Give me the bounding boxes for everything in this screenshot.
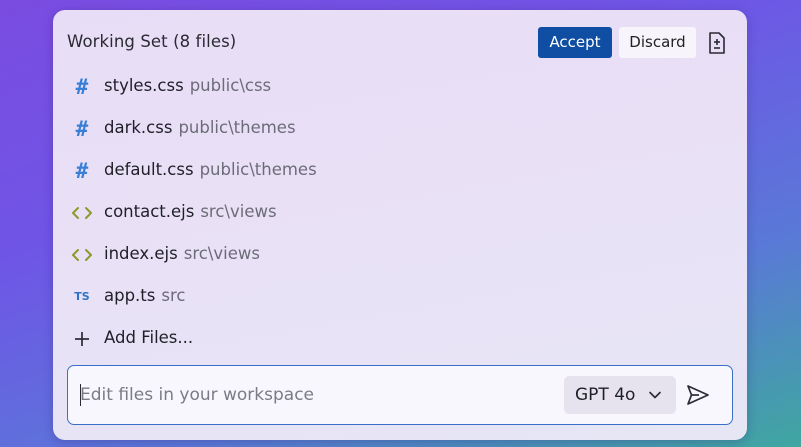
add-files-button[interactable]: Add Files... [53, 318, 747, 360]
working-set-title: Working Set (8 files) [67, 32, 237, 51]
plus-icon [69, 326, 95, 352]
list-item[interactable]: # dark.css public\themes [53, 108, 747, 150]
file-name: contact.ejs [104, 202, 195, 221]
model-picker[interactable]: GPT 4o [564, 376, 676, 414]
edit-files-input[interactable] [80, 380, 550, 410]
chat-input-box: GPT 4o [67, 365, 733, 425]
file-dir: public\themes [178, 118, 296, 137]
file-diff-icon[interactable] [706, 31, 728, 55]
hash-icon: # [75, 117, 89, 141]
typescript-icon: TS [74, 290, 90, 303]
working-set-panel: Working Set (8 files) Accept Discard # s… [53, 10, 747, 440]
list-item[interactable]: index.ejs src\views [53, 234, 747, 276]
chevron-down-icon [648, 387, 662, 401]
file-dir: src\views [200, 202, 277, 221]
hash-icon: # [75, 75, 89, 99]
file-name: app.ts [104, 286, 156, 305]
add-files-label: Add Files... [104, 328, 194, 347]
code-brackets-icon [69, 242, 95, 268]
file-dir: src [161, 286, 186, 305]
code-brackets-icon [69, 200, 95, 226]
file-name: default.css [104, 160, 194, 179]
model-picker-label: GPT 4o [575, 385, 636, 405]
list-item[interactable]: TS app.ts src [53, 276, 747, 318]
list-item[interactable]: # default.css public\themes [53, 150, 747, 192]
discard-button[interactable]: Discard [619, 27, 696, 58]
file-dir: src\views [183, 244, 260, 263]
send-icon[interactable] [684, 381, 712, 409]
working-set-header: Working Set (8 files) Accept Discard [53, 10, 747, 74]
file-dir: public\css [189, 76, 272, 95]
file-name: dark.css [104, 118, 173, 137]
file-name: styles.css [104, 76, 184, 95]
hash-icon: # [75, 159, 89, 183]
accept-button[interactable]: Accept [538, 27, 612, 58]
file-name: index.ejs [104, 244, 178, 263]
list-item[interactable]: contact.ejs src\views [53, 192, 747, 234]
file-dir: public\themes [199, 160, 317, 179]
list-item[interactable]: # styles.css public\css [53, 66, 747, 108]
